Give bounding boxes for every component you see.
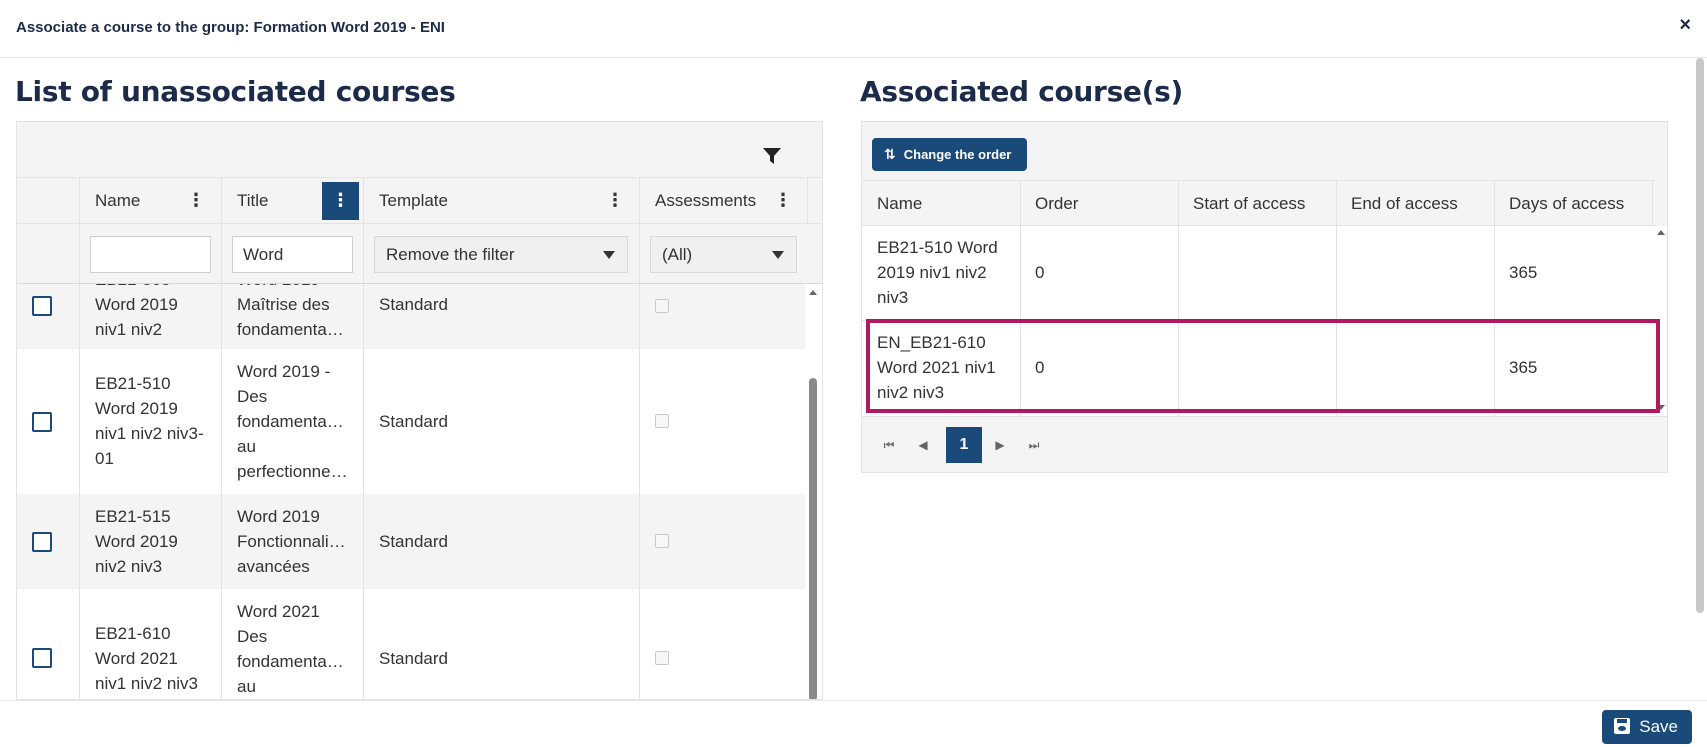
course-name: EB21-515 Word 2019 niv2 niv3: [95, 507, 178, 576]
course-title: Word 2019 - Des fondamenta… au perfectio…: [237, 362, 348, 481]
associated-grid: ⇅ Change the order Name Order Start of ac…: [861, 121, 1668, 473]
grid-header: Name ⋮ Title ⋮ Template ⋮ Assessments ⋮: [17, 178, 822, 224]
current-page-button[interactable]: 1: [946, 427, 982, 463]
column-header-template[interactable]: Template: [379, 178, 448, 224]
column-menu-icon[interactable]: ⋮: [604, 189, 626, 213]
row-checkbox[interactable]: [32, 412, 52, 432]
row-checkbox[interactable]: [32, 648, 52, 668]
course-title: Word 2021 Des fondamenta… au: [237, 602, 344, 696]
chevron-down-icon: [772, 251, 784, 259]
dialog-scrollbar-thumb[interactable]: [1696, 58, 1704, 613]
associated-grid-header: Name Order Start of access End of access…: [862, 180, 1655, 226]
sort-icon: ⇅: [884, 146, 896, 162]
column-menu-icon[interactable]: ⋮: [185, 189, 207, 213]
column-header-name[interactable]: Name: [95, 178, 140, 224]
course-title: Word 2019 - Maîtrise des fondamenta…: [237, 284, 344, 339]
course-template: Standard: [379, 295, 448, 314]
selected-row-highlight: [866, 319, 1660, 413]
course-template: Standard: [379, 532, 448, 551]
title-filter-input[interactable]: Word: [232, 236, 353, 273]
table-row[interactable]: EB21-610 Word 2021 niv1 niv2 niv3 Word 2…: [17, 589, 807, 699]
course-name: EB21-610 Word 2021 niv1 niv2 niv3: [95, 624, 199, 693]
course-template: Standard: [379, 649, 448, 668]
scroll-up-icon[interactable]: [809, 290, 817, 295]
row-checkbox[interactable]: [32, 532, 52, 552]
course-order: 0: [1035, 263, 1045, 282]
column-header-title[interactable]: Title: [237, 178, 269, 224]
floppy-disk-icon: [1614, 718, 1631, 734]
save-button[interactable]: Save: [1602, 710, 1692, 744]
table-row[interactable]: EB21-510 Word 2019 niv1 niv2 niv3- 01 Wo…: [17, 349, 807, 494]
course-name: EB21-510 Word 2019 niv1 niv2 niv3: [877, 238, 998, 307]
column-menu-icon[interactable]: ⋮: [772, 189, 794, 213]
unassociated-heading: List of unassociated courses: [15, 75, 456, 108]
column-menu-icon[interactable]: ⋮: [322, 182, 359, 220]
course-name: EB21-510 Word 2019 niv1 niv2 niv3- 01: [95, 374, 204, 468]
column-header-name[interactable]: Name: [877, 181, 922, 227]
dialog-title: Associate a course to the group: Formati…: [16, 19, 445, 36]
template-filter-select[interactable]: Remove the filter: [374, 236, 628, 273]
dialog-titlebar: Associate a course to the group: Formati…: [0, 0, 1707, 58]
chevron-down-icon: [603, 251, 615, 259]
table-row[interactable]: EB21-510 Word 2019 niv1 niv2 niv3 0 365: [862, 226, 1655, 321]
previous-page-icon[interactable]: ◀: [913, 433, 933, 457]
assessment-checkbox: [655, 299, 669, 313]
pager: ⏮ ◀ 1 ▶ ⏭: [862, 416, 1667, 472]
column-header-end-of-access[interactable]: End of access: [1351, 181, 1458, 227]
grid-scrollbar[interactable]: [805, 284, 822, 699]
column-header-days-of-access[interactable]: Days of access: [1509, 181, 1624, 227]
save-label: Save: [1639, 717, 1678, 736]
associated-heading: Associated course(s): [860, 75, 1183, 108]
assessments-filter-select[interactable]: (All): [650, 236, 797, 273]
scroll-up-icon[interactable]: [1657, 230, 1665, 235]
table-row[interactable]: EB21-515 Word 2019 niv2 niv3 Word 2019 F…: [17, 494, 807, 589]
filter-row: Word Remove the filter (All): [17, 224, 822, 284]
template-filter-value: Remove the filter: [386, 245, 515, 264]
table-row[interactable]: EB21-505 Word 2019 niv1 niv2 Word 2019 -…: [17, 284, 807, 349]
filter-icon[interactable]: [762, 146, 782, 166]
change-order-label: Change the order: [903, 147, 1012, 162]
course-days: 365: [1509, 263, 1538, 282]
row-checkbox[interactable]: [32, 296, 52, 316]
column-header-order[interactable]: Order: [1035, 181, 1078, 227]
assessment-checkbox: [655, 414, 669, 428]
column-header-assessments[interactable]: Assessments: [655, 178, 756, 224]
column-header-start-of-access[interactable]: Start of access: [1193, 181, 1305, 227]
dialog-scrollbar[interactable]: [1693, 58, 1707, 700]
change-order-button[interactable]: ⇅ Change the order: [872, 138, 1028, 171]
last-page-icon[interactable]: ⏭: [1024, 433, 1044, 457]
grid-body: EB21-505 Word 2019 niv1 niv2 Word 2019 -…: [17, 284, 807, 699]
name-filter-input[interactable]: [90, 236, 211, 273]
unassociated-grid: Name ⋮ Title ⋮ Template ⋮ Assessments ⋮ …: [16, 121, 823, 700]
grid-scrollbar-thumb[interactable]: [809, 378, 817, 699]
close-icon[interactable]: ×: [1679, 14, 1691, 37]
grid-toolbar: [17, 122, 822, 178]
assessment-checkbox: [655, 651, 669, 665]
course-name: EB21-505 Word 2019 niv1 niv2: [95, 284, 178, 339]
assessment-checkbox: [655, 534, 669, 548]
next-page-icon[interactable]: ▶: [990, 433, 1010, 457]
course-title: Word 2019 Fonctionnali… avancées: [237, 507, 346, 576]
dialog-footer: Save: [0, 700, 1707, 747]
assessments-filter-value: (All): [662, 245, 693, 264]
first-page-icon[interactable]: ⏮: [879, 433, 899, 457]
course-template: Standard: [379, 412, 448, 431]
